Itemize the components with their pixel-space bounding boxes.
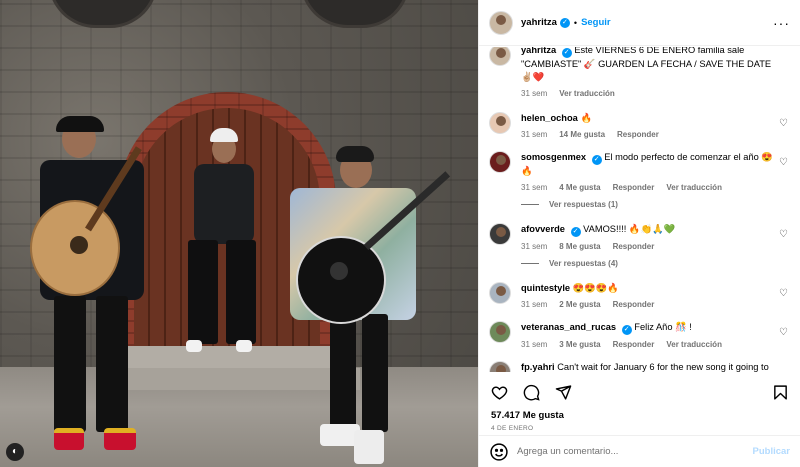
caption-body: Este VIERNES 6 DE ENERO familia sale "CA… xyxy=(521,47,772,82)
instagram-post: ◐ yahritza ✓ • Seguir ··· yahritza ✓ Est… xyxy=(0,0,800,467)
comment-likes[interactable]: 3 Me gusta xyxy=(559,340,600,349)
reply-button[interactable]: Responder xyxy=(613,300,655,309)
post-header: yahritza ✓ • Seguir ··· xyxy=(479,0,800,46)
comment-likes[interactable]: 2 Me gusta xyxy=(559,300,600,309)
avatar[interactable] xyxy=(489,10,513,35)
comment-likes[interactable]: 8 Me gusta xyxy=(559,242,600,251)
like-comment-heart-icon[interactable]: ♡ xyxy=(779,157,788,168)
comment-username[interactable]: quintestyle xyxy=(521,283,570,293)
verified-icon: ✓ xyxy=(570,227,581,237)
post-date[interactable]: 4 DE ENERO xyxy=(491,425,533,432)
comment-time[interactable]: 31 sem xyxy=(521,340,547,349)
avatar[interactable] xyxy=(489,321,511,343)
publish-button[interactable]: Publicar xyxy=(753,446,791,457)
tagged-users-icon[interactable]: ◐ xyxy=(6,443,24,461)
post-photo[interactable]: ◐ xyxy=(0,0,478,467)
likes-count[interactable]: 57.417 Me gusta xyxy=(491,410,564,421)
reply-button[interactable]: Responder xyxy=(613,340,655,349)
post-sidebar: yahritza ✓ • Seguir ··· yahritza ✓ Este … xyxy=(478,0,800,467)
separator-dot: • xyxy=(573,17,578,28)
comment-item: quintestyle 😍😍😍🔥 31 sem 2 Me gusta Respo… xyxy=(489,282,790,309)
comment-time[interactable]: 31 sem xyxy=(521,130,547,139)
comment-input[interactable] xyxy=(517,446,753,457)
share-icon[interactable] xyxy=(553,382,573,402)
comment-text: 😍😍😍🔥 xyxy=(572,283,619,293)
like-comment-heart-icon[interactable]: ♡ xyxy=(779,288,788,299)
comment-item: fp.yahri Can't wait for January 6 for th… xyxy=(489,361,790,372)
caption-time[interactable]: 31 sem xyxy=(521,89,547,98)
comment-text: Feliz Año 🎊 ! xyxy=(634,322,692,332)
avatar[interactable] xyxy=(489,112,511,134)
comment-text: 🔥 xyxy=(580,113,593,123)
avatar[interactable] xyxy=(489,282,511,304)
follow-button[interactable]: Seguir xyxy=(581,17,611,28)
reply-button[interactable]: Responder xyxy=(613,242,655,251)
view-replies-button[interactable]: Ver respuestas (4) xyxy=(521,259,790,268)
comment-item: somosgenmex ✓ El modo perfecto de comenz… xyxy=(489,151,790,192)
emoji-icon[interactable] xyxy=(489,442,509,462)
caption: yahritza ✓ Este VIERNES 6 DE ENERO famil… xyxy=(489,47,790,98)
stone-step xyxy=(110,368,360,390)
comment-username[interactable]: veteranas_and_rucas xyxy=(521,322,616,332)
comment-likes[interactable]: 14 Me gusta xyxy=(559,130,605,139)
comment-username[interactable]: somosgenmex xyxy=(521,152,586,162)
caption-username[interactable]: yahritza xyxy=(521,47,556,55)
verified-icon: ✓ xyxy=(561,48,572,58)
post-actions xyxy=(479,378,800,406)
comment-username[interactable]: fp.yahri xyxy=(521,362,555,372)
verified-icon: ✓ xyxy=(591,155,602,165)
avatar[interactable] xyxy=(489,151,511,173)
reply-button[interactable]: Responder xyxy=(613,183,655,192)
avatar[interactable] xyxy=(489,361,511,372)
like-comment-heart-icon[interactable]: ♡ xyxy=(779,118,788,129)
comment-username[interactable]: afovverde xyxy=(521,224,565,234)
header-username[interactable]: yahritza xyxy=(521,17,557,28)
translate-button[interactable]: Ver traducción xyxy=(666,183,722,192)
like-comment-heart-icon[interactable]: ♡ xyxy=(779,229,788,240)
comment-item: afovverde ✓ VAMOS!!!! 🔥👏🙏💚 31 sem 8 Me g… xyxy=(489,223,790,251)
comment-icon[interactable] xyxy=(521,382,541,402)
comment-time[interactable]: 31 sem xyxy=(521,300,547,309)
stone-step xyxy=(120,346,350,368)
comment-time[interactable]: 31 sem xyxy=(521,183,547,192)
comments-list[interactable]: yahritza ✓ Este VIERNES 6 DE ENERO famil… xyxy=(479,47,800,372)
verified-icon: ✓ xyxy=(621,325,632,335)
translate-button[interactable]: Ver traducción xyxy=(666,340,722,349)
comment-item: helen_ochoa 🔥 31 sem 14 Me gusta Respond… xyxy=(489,112,790,139)
verified-icon: ✓ xyxy=(559,17,570,28)
comment-item: veteranas_and_rucas ✓ Feliz Año 🎊 ! 31 s… xyxy=(489,321,790,349)
comment-likes[interactable]: 4 Me gusta xyxy=(559,183,600,192)
reply-button[interactable]: Responder xyxy=(617,130,659,139)
avatar[interactable] xyxy=(489,223,511,245)
caption-text: yahritza ✓ Este VIERNES 6 DE ENERO famil… xyxy=(521,47,776,84)
translate-button[interactable]: Ver traducción xyxy=(559,89,615,98)
bookmark-icon[interactable] xyxy=(770,382,790,402)
view-replies-button[interactable]: Ver respuestas (1) xyxy=(521,200,790,209)
avatar[interactable] xyxy=(489,47,511,66)
heart-icon[interactable] xyxy=(489,382,509,402)
more-icon[interactable]: ··· xyxy=(773,15,790,31)
comment-time[interactable]: 31 sem xyxy=(521,242,547,251)
like-comment-heart-icon[interactable]: ♡ xyxy=(779,327,788,338)
comment-username[interactable]: helen_ochoa xyxy=(521,113,578,123)
comment-text: Can't wait for January 6 for the new son… xyxy=(557,362,769,372)
comment-composer: Publicar xyxy=(479,435,800,467)
comment-text: VAMOS!!!! 🔥👏🙏💚 xyxy=(583,224,676,234)
